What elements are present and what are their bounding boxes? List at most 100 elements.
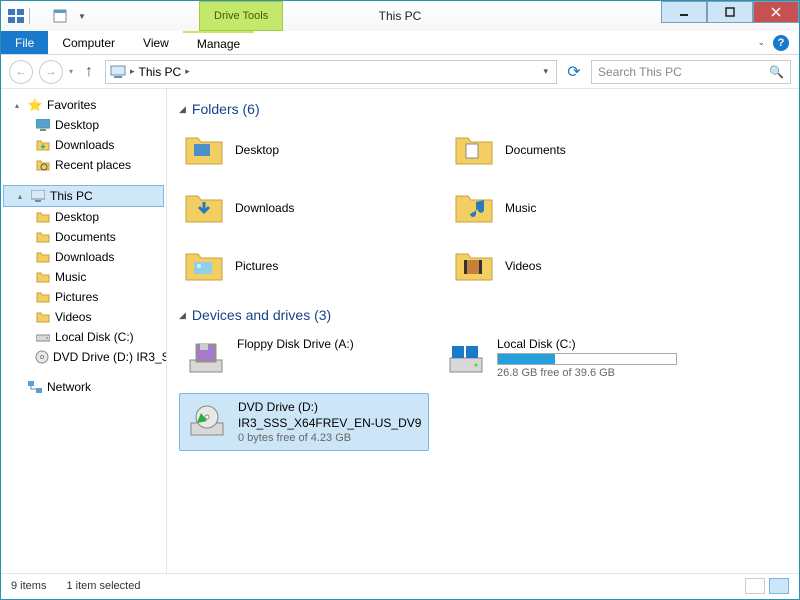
- status-count: 9 items: [11, 580, 46, 592]
- nav-item-pictures[interactable]: Pictures: [1, 287, 166, 307]
- folder-music[interactable]: Music: [449, 183, 699, 233]
- refresh-button[interactable]: ⟳: [563, 61, 585, 83]
- drive-name: Local Disk (C:): [497, 337, 677, 351]
- qat-dropdown-icon[interactable]: ▼: [73, 7, 91, 25]
- storage-bar: [497, 353, 677, 365]
- app-icon: [7, 7, 25, 25]
- chevron-right-icon[interactable]: ▸: [185, 66, 190, 77]
- disc-icon: [35, 349, 49, 365]
- breadcrumb-dropdown-icon[interactable]: ▾: [539, 66, 552, 77]
- folder-videos[interactable]: Videos: [449, 241, 699, 291]
- view-details-button[interactable]: [745, 578, 765, 594]
- nav-item-desktop[interactable]: Desktop: [1, 115, 166, 135]
- collapse-icon[interactable]: ▴: [18, 192, 26, 201]
- floppy-icon: [185, 337, 227, 379]
- collapse-icon[interactable]: ◢: [179, 104, 186, 115]
- folder-icon: [453, 187, 495, 229]
- star-icon: ⭐: [27, 97, 43, 113]
- group-drives-header[interactable]: ◢ Devices and drives (3): [179, 307, 787, 323]
- drive-sub: 26.8 GB free of 39.6 GB: [497, 367, 677, 379]
- search-input[interactable]: Search This PC 🔍: [591, 60, 791, 84]
- breadcrumb-location[interactable]: This PC: [139, 65, 182, 79]
- nav-favorites-label: Favorites: [47, 98, 96, 112]
- folder-desktop[interactable]: Desktop: [179, 125, 429, 175]
- desktop-icon: [35, 209, 51, 225]
- nav-item-dvd[interactable]: DVD Drive (D:) IR3_S: [1, 347, 166, 367]
- drive-icon: [35, 329, 51, 345]
- help-icon[interactable]: ?: [773, 35, 789, 51]
- computer-icon: [30, 188, 46, 204]
- search-icon: 🔍: [769, 65, 784, 79]
- recent-icon: [35, 157, 51, 173]
- documents-icon: [35, 229, 51, 245]
- titlebar: ▼ Drive Tools This PC: [1, 1, 799, 31]
- desktop-icon: [35, 117, 51, 133]
- hdd-icon: [445, 337, 487, 379]
- folder-icon: [453, 129, 495, 171]
- view-tiles-button[interactable]: [769, 578, 789, 594]
- drive-sub: 0 bytes free of 4.23 GB: [238, 432, 421, 444]
- collapse-icon[interactable]: ◢: [179, 310, 186, 321]
- nav-item-localdisk[interactable]: Local Disk (C:): [1, 327, 166, 347]
- folder-icon: [453, 245, 495, 287]
- drive-volume-label: IR3_SSS_X64FREV_EN-US_DV9: [238, 416, 421, 430]
- forward-button[interactable]: →: [39, 60, 63, 84]
- view-menu[interactable]: View: [129, 31, 183, 54]
- manage-menu[interactable]: Manage: [183, 31, 254, 54]
- nav-item-music[interactable]: Music: [1, 267, 166, 287]
- group-folders-header[interactable]: ◢ Folders (6): [179, 101, 787, 117]
- maximize-button[interactable]: [707, 1, 753, 23]
- breadcrumb[interactable]: ▸ This PC ▸ ▾: [105, 60, 557, 84]
- folder-icon: [183, 245, 225, 287]
- nav-network-label: Network: [47, 380, 91, 394]
- chevron-right-icon[interactable]: ▸: [130, 66, 135, 77]
- downloads-icon: [35, 137, 51, 153]
- minimize-button[interactable]: [661, 1, 707, 23]
- explorer-window: ▼ Drive Tools This PC File Computer View…: [0, 0, 800, 600]
- nav-this-pc[interactable]: ▴ This PC: [3, 185, 164, 207]
- content-pane: ◢ Folders (6) Desktop Documents Download…: [167, 89, 799, 573]
- downloads-icon: [35, 249, 51, 265]
- nav-item-desktop2[interactable]: Desktop: [1, 207, 166, 227]
- properties-icon[interactable]: [51, 7, 69, 25]
- qat-sep-icon: [29, 8, 47, 24]
- pictures-icon: [35, 289, 51, 305]
- drive-dvd[interactable]: DVD Drive (D:) IR3_SSS_X64FREV_EN-US_DV9…: [179, 393, 429, 451]
- navigation-pane: ▴ ⭐ Favorites Desktop Downloads Recent p…: [1, 89, 167, 573]
- nav-favorites[interactable]: ▴ ⭐ Favorites: [1, 95, 166, 115]
- search-placeholder: Search This PC: [598, 65, 682, 79]
- computer-menu[interactable]: Computer: [48, 31, 129, 54]
- dvd-icon: [186, 400, 228, 442]
- recent-dropdown-icon[interactable]: ▾: [69, 67, 73, 76]
- folder-downloads[interactable]: Downloads: [179, 183, 429, 233]
- close-button[interactable]: [753, 1, 799, 23]
- computer-icon: [110, 64, 126, 80]
- drive-local-c[interactable]: Local Disk (C:) 26.8 GB free of 39.6 GB: [439, 331, 719, 385]
- nav-item-downloads[interactable]: Downloads: [1, 135, 166, 155]
- nav-item-recent[interactable]: Recent places: [1, 155, 166, 175]
- collapse-icon[interactable]: ▴: [15, 101, 23, 110]
- drive-name: DVD Drive (D:): [238, 400, 421, 414]
- back-button[interactable]: ←: [9, 60, 33, 84]
- folder-documents[interactable]: Documents: [449, 125, 699, 175]
- context-tab-drive-tools[interactable]: Drive Tools: [199, 1, 283, 31]
- nav-item-documents[interactable]: Documents: [1, 227, 166, 247]
- status-selection: 1 item selected: [66, 580, 140, 592]
- drive-floppy[interactable]: Floppy Disk Drive (A:): [179, 331, 429, 385]
- window-buttons: [661, 1, 799, 23]
- music-icon: [35, 269, 51, 285]
- menubar: File Computer View Manage ⌄ ?: [1, 31, 799, 55]
- window-title: This PC: [379, 9, 422, 23]
- quick-access-toolbar: ▼: [1, 7, 97, 25]
- file-menu[interactable]: File: [1, 31, 48, 54]
- ribbon-expand-icon[interactable]: ⌄: [757, 37, 765, 48]
- nav-item-downloads2[interactable]: Downloads: [1, 247, 166, 267]
- nav-thispc-label: This PC: [50, 189, 93, 203]
- folder-pictures[interactable]: Pictures: [179, 241, 429, 291]
- up-button[interactable]: ↑: [79, 62, 99, 82]
- nav-item-videos[interactable]: Videos: [1, 307, 166, 327]
- folder-icon: [183, 129, 225, 171]
- nav-network[interactable]: ▸ Network: [1, 377, 166, 397]
- network-icon: [27, 379, 43, 395]
- videos-icon: [35, 309, 51, 325]
